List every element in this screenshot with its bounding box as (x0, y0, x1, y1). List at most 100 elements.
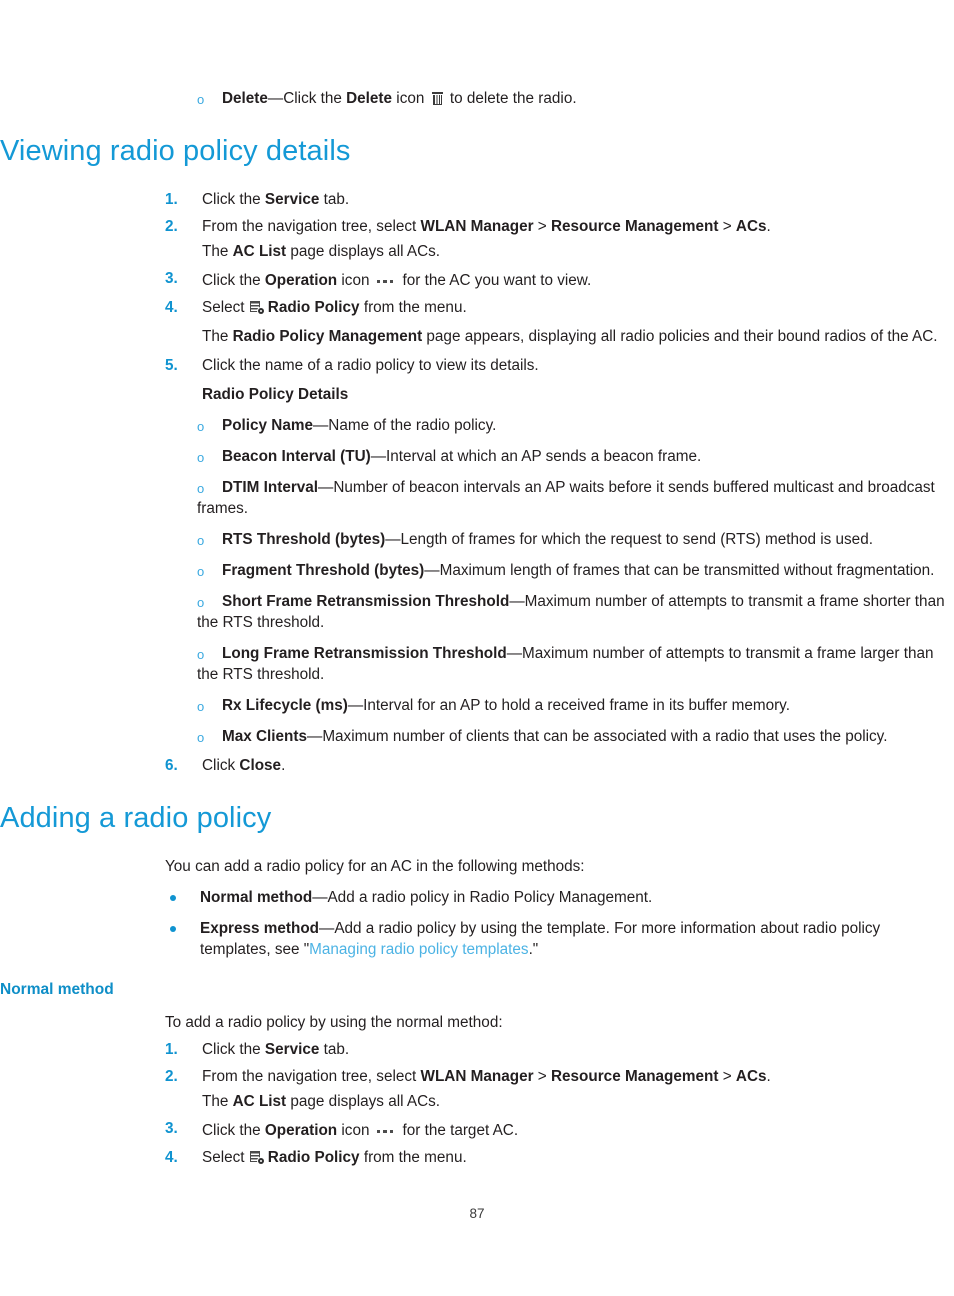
list-item: o Policy Name—Name of the radio policy. (197, 415, 954, 436)
list-item-text: Rx Lifecycle (ms)—Interval for an AP to … (222, 697, 790, 714)
separator: > (718, 1068, 736, 1085)
description: Length of frames for which the request t… (400, 531, 873, 548)
sub-bullet-marker: o (197, 647, 205, 662)
step-text: Click Close. (202, 755, 954, 776)
step-number: 4. (165, 299, 178, 316)
step-text: Click the Operation icon for the target … (202, 1118, 954, 1141)
list-item-text: Max Clients—Maximum number of clients th… (222, 728, 887, 745)
bold-radio-policy-management: Radio Policy Management (232, 328, 423, 345)
adding-intro: You can add a radio policy for an AC in … (165, 858, 585, 875)
sub-heading-text: Radio Policy Details (202, 386, 349, 403)
description: Add a radio policy in Radio Policy Manag… (327, 889, 653, 906)
step-number: 2. (165, 218, 178, 235)
text: Click the (202, 1041, 265, 1058)
term: Rx Lifecycle (ms) (222, 697, 348, 714)
bold-operation: Operation (264, 1122, 338, 1139)
dot (389, 1129, 394, 1133)
text-after-icon: to delete the radio. (445, 90, 577, 107)
bold-close: Close (239, 757, 282, 774)
method-text: Normal method—Add a radio policy in Radi… (200, 887, 954, 908)
trash-icon (431, 92, 443, 105)
em-dash: — (370, 448, 387, 465)
bold-ac-list: AC List (232, 1093, 287, 1110)
description: Maximum length of frames that can be tra… (439, 562, 935, 579)
trash-body (432, 95, 442, 105)
list-item-text: Delete—Click the Delete icon to delete t… (222, 90, 577, 107)
sub-bullet-marker: o (197, 533, 205, 548)
method-text: Express method—Add a radio policy by usi… (200, 918, 954, 960)
dot (376, 279, 381, 283)
bold-ac-list: AC List (232, 243, 287, 260)
text: The (202, 1093, 233, 1110)
method-bullet-express: Express method—Add a radio policy by usi… (165, 918, 954, 960)
step-text: From the navigation tree, select WLAN Ma… (202, 216, 954, 237)
step-number: 3. (165, 1120, 178, 1137)
term: Fragment Threshold (bytes) (222, 562, 425, 579)
bold-service: Service (264, 191, 320, 208)
text: from the menu. (359, 1149, 467, 1166)
step-2: 2. From the navigation tree, select WLAN… (165, 216, 954, 262)
step-number: 3. (165, 270, 178, 287)
step-text: From the navigation tree, select WLAN Ma… (202, 1066, 954, 1087)
document-page: o Delete—Click the Delete icon to delete… (0, 0, 954, 1296)
term-normal-method: Normal method (200, 889, 313, 906)
step-number: 1. (165, 191, 178, 208)
list-item: o Max Clients—Maximum number of clients … (197, 726, 954, 747)
step-text: Select Radio Policy from the menu. (202, 297, 954, 318)
page-title-viewing: Viewing radio policy details (0, 135, 351, 167)
em-dash: — (347, 697, 364, 714)
normal-step-2: 2. From the navigation tree, select WLAN… (165, 1066, 954, 1112)
description: Maximum number of clients that can be as… (322, 728, 888, 745)
description: Interval at which an AP sends a beacon f… (386, 448, 702, 465)
list-item-text: RTS Threshold (bytes)—Length of frames f… (222, 531, 873, 548)
page-content: o Delete—Click the Delete icon to delete… (0, 88, 954, 1168)
list-item: o DTIM Interval—Number of beacon interva… (197, 477, 954, 519)
em-dash: — (318, 479, 334, 496)
text: . (766, 218, 771, 235)
link-managing-radio-policy-templates[interactable]: Managing radio policy templates (309, 941, 528, 958)
text-before-icon: Click the (283, 90, 347, 107)
step-3: 3. Click the Operation icon for the AC y… (165, 268, 954, 291)
method-bullet-normal: Normal method—Add a radio policy in Radi… (165, 887, 954, 908)
list-item-text: DTIM Interval—Number of beacon intervals… (197, 479, 935, 517)
term: Max Clients (222, 728, 308, 745)
description-after-link: ." (528, 941, 539, 958)
text: tab. (319, 191, 350, 208)
bold-operation: Operation (264, 272, 338, 289)
page-title-adding: Adding a radio policy (0, 802, 272, 834)
description: Name of the radio policy. (328, 417, 497, 434)
normal-step-1: 1. Click the Service tab. (165, 1039, 954, 1060)
bold-resource-management: Resource Management (550, 218, 719, 235)
text: From the navigation tree, select (202, 1068, 421, 1085)
step-4: 4. Select Radio Policy from the menu. Th… (165, 297, 954, 347)
list-item: o Short Frame Retransmission Threshold—M… (197, 591, 954, 633)
bullet-dot-icon (170, 895, 176, 901)
trash-lid (431, 92, 443, 94)
list-item: o Long Frame Retransmission Threshold—Ma… (197, 643, 954, 685)
sub-bullet-marker: o (197, 699, 205, 714)
gear-icon (257, 308, 264, 314)
text: page displays all ACs. (286, 1093, 441, 1110)
list-item: o Rx Lifecycle (ms)—Interval for an AP t… (197, 695, 954, 716)
step-number: 5. (165, 357, 178, 374)
separator: > (718, 218, 736, 235)
em-dash: — (307, 728, 323, 745)
em-dash: — (509, 593, 525, 610)
list-item-text: Policy Name—Name of the radio policy. (222, 417, 496, 434)
em-dash: — (319, 920, 335, 937)
text: Click the (202, 272, 265, 289)
list-item: o Delete—Click the Delete icon to delete… (197, 88, 954, 109)
text: page appears, displaying all radio polic… (422, 328, 938, 345)
step-number: 1. (165, 1041, 178, 1058)
text: . (281, 757, 286, 774)
description: Interval for an AP to hold a received fr… (363, 697, 790, 714)
text: for the AC you want to view. (398, 272, 592, 289)
em-dash: — (312, 417, 329, 434)
text: Click the (202, 191, 265, 208)
step-6: 6. Click Close. (165, 755, 954, 776)
term: Beacon Interval (TU) (222, 448, 371, 465)
em-dash: — (312, 889, 328, 906)
bold-delete-inline: Delete (346, 90, 393, 107)
text: Click (202, 757, 240, 774)
text: The (202, 328, 233, 345)
